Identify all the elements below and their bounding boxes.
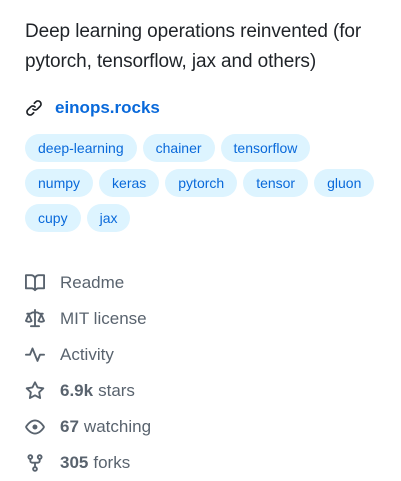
license-label: MIT license (60, 309, 147, 328)
stars-label: stars (98, 381, 135, 400)
about-section: Deep learning operations reinvented (for… (25, 17, 395, 239)
activity-link[interactable]: Activity (25, 337, 385, 373)
topic-tag[interactable]: chainer (142, 134, 215, 162)
link-icon (25, 99, 43, 117)
activity-label: Activity (60, 345, 114, 364)
star-icon (25, 381, 45, 401)
license-link[interactable]: MIT license (25, 301, 385, 337)
repo-meta-list: Readme MIT license Activity 6.9k stars 6… (25, 265, 385, 481)
repo-description: Deep learning operations reinvented (for… (25, 21, 362, 72)
watching-link[interactable]: 67 watching (25, 409, 385, 445)
pulse-icon (25, 345, 45, 365)
eye-icon (25, 417, 45, 437)
stars-link[interactable]: 6.9k stars (25, 373, 385, 409)
topic-tag[interactable]: deep-learning (25, 134, 137, 162)
website-link[interactable]: einops.rocks (55, 98, 160, 118)
topic-tag[interactable]: jax (86, 204, 131, 232)
repo-forked-icon (25, 453, 45, 473)
topic-tag[interactable]: pytorch (165, 169, 238, 197)
topic-tag[interactable]: cupy (25, 204, 81, 232)
forks-count: 305 (60, 453, 89, 472)
topic-tag[interactable]: tensor (243, 169, 309, 197)
forks-label: forks (93, 453, 131, 472)
topic-tag[interactable]: tensorflow (220, 134, 311, 162)
watching-count: 67 (60, 417, 79, 436)
stars-count: 6.9k (60, 381, 94, 400)
topic-tag[interactable]: gluon (314, 169, 375, 197)
readme-link[interactable]: Readme (25, 265, 385, 301)
forks-link[interactable]: 305 forks (25, 445, 385, 481)
watching-label: watching (83, 417, 152, 436)
law-icon (25, 309, 45, 329)
book-icon (25, 273, 45, 293)
website-row: einops.rocks (25, 96, 395, 120)
topic-tag[interactable]: keras (99, 169, 160, 197)
readme-label: Readme (60, 273, 125, 292)
topics-list: deep-learning chainer tensorflow numpy k… (25, 134, 385, 239)
topic-tag[interactable]: numpy (25, 169, 94, 197)
